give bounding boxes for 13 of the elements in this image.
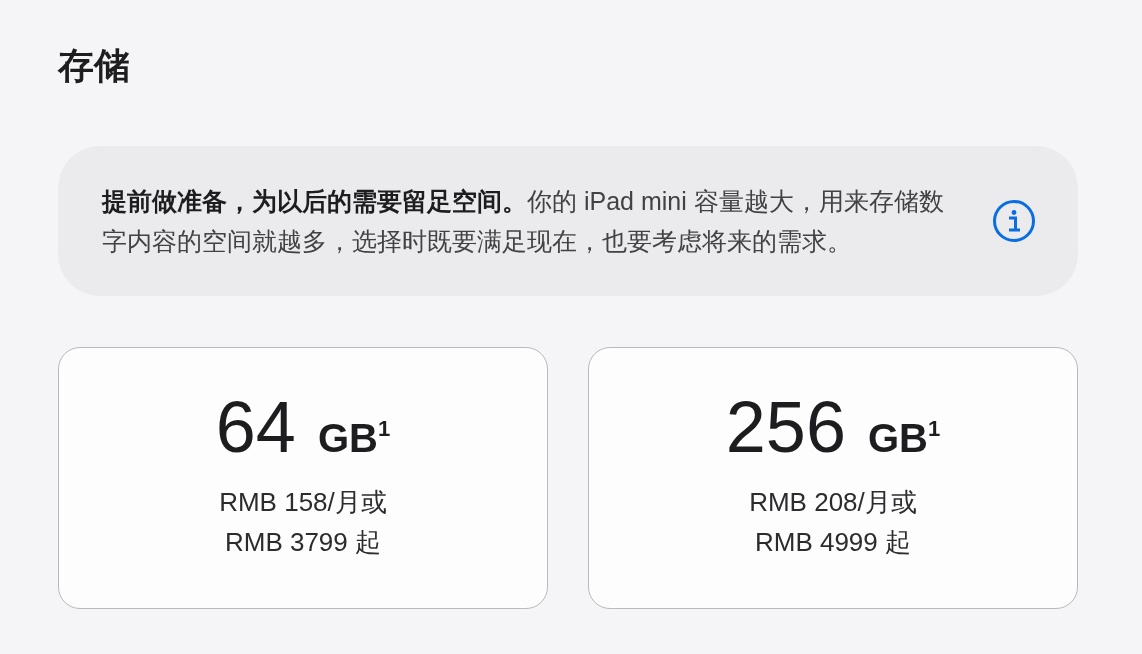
price-text: RMB 208/月或 [749, 486, 917, 519]
notice-text: 提前做准备，为以后的需要留足空间。你的 iPad mini 容量越大，用来存储数字内容的空间就越多，选择时既要满足现在，也要考虑将来的需求。 [102, 186, 945, 257]
info-icon[interactable] [992, 199, 1036, 243]
capacity-unit: GB$^{1}$ [867, 416, 941, 461]
capacity-unit: GB$^{1}$ [317, 416, 391, 461]
section-title: 存储 [58, 44, 131, 88]
capacity-number: 64 [215, 386, 296, 469]
storage-option-card[interactable]: 256 GB$^{1}$ RMB 208/月或 RMB 4999 起 [588, 347, 1078, 609]
price-text: RMB 3799 起 [224, 526, 382, 559]
storage-option-card[interactable]: 64 GB$^{1}$ RMB 158/月或 RMB 3799 起 [58, 347, 548, 609]
price-text: RMB 4999 起 [754, 526, 912, 559]
price-text: RMB 158/月或 [219, 486, 387, 519]
capacity-number: 256 [725, 386, 846, 469]
